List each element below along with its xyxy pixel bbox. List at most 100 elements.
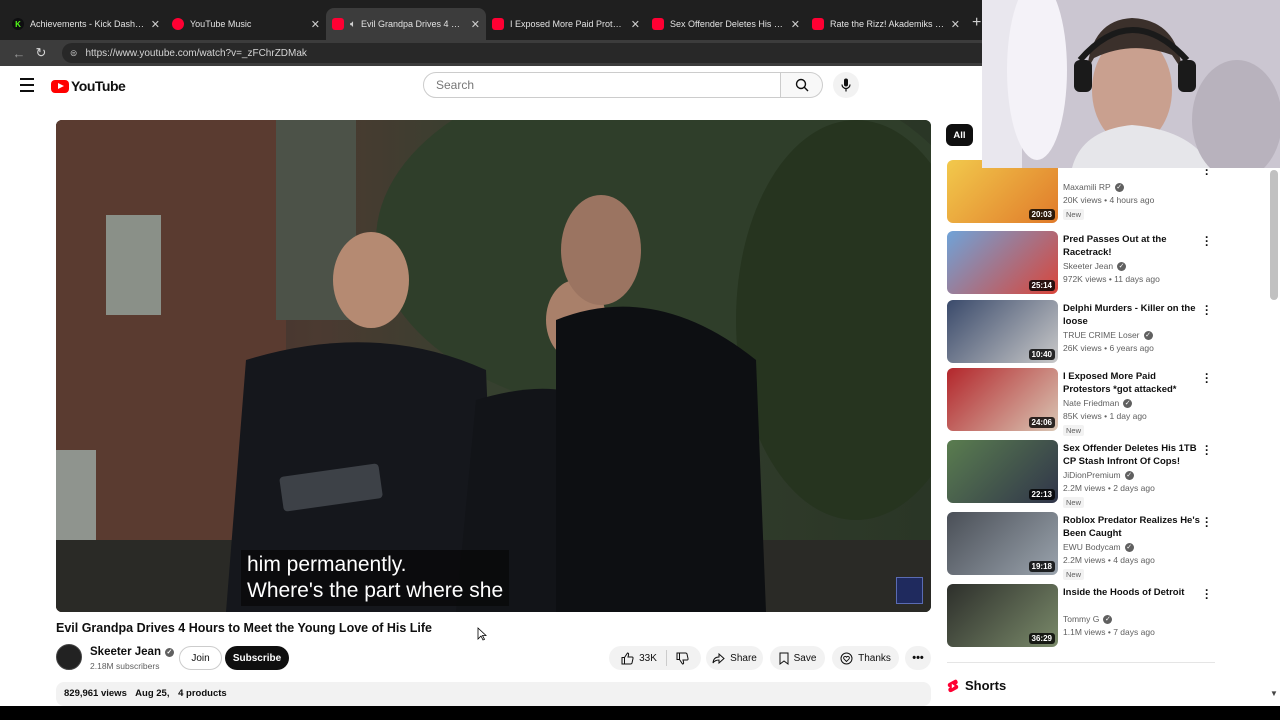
url-field[interactable]: ⊜ https://www.youtube.com/watch?v=_zFChr… xyxy=(61,43,990,63)
youtube-play-icon xyxy=(51,79,69,93)
join-button[interactable]: Join xyxy=(179,646,222,670)
video-frame xyxy=(56,120,931,612)
recommended-title[interactable]: Inside the Hoods of Detroit xyxy=(1063,586,1203,599)
recommended-video[interactable]: 22:13 Sex Offender Deletes His 1TB CP Sta… xyxy=(947,440,1217,508)
more-vert-icon[interactable]: ··· xyxy=(1205,512,1209,532)
youtube-favicon-icon xyxy=(812,18,824,30)
new-tab-icon[interactable]: + xyxy=(972,14,981,32)
recommended-channel[interactable]: TRUE CRIME Loser ✓ xyxy=(1063,330,1153,340)
scrollbar[interactable]: ▼ xyxy=(1268,170,1280,700)
microphone-icon xyxy=(841,78,851,92)
share-button[interactable]: Share xyxy=(706,646,763,670)
video-thumbnail[interactable]: 36:29 xyxy=(947,584,1058,647)
browser-tab-active[interactable]: 🔈︎ Evil Grandpa Drives 4 Hours ✕ xyxy=(326,8,486,40)
taskbar-strip xyxy=(0,706,1280,720)
more-vert-icon[interactable]: ··· xyxy=(1205,584,1209,604)
search-input[interactable]: Search xyxy=(423,72,781,98)
more-vert-icon[interactable]: ··· xyxy=(1205,231,1209,251)
verified-icon: ✓ xyxy=(1124,470,1134,480)
verified-icon: ✓ xyxy=(1123,398,1133,408)
youtube-logo[interactable]: YouTube xyxy=(51,78,126,94)
back-icon[interactable]: ← xyxy=(8,46,30,61)
channel-avatar[interactable] xyxy=(56,644,82,670)
channel-name[interactable]: Skeeter Jean ✓ xyxy=(90,646,174,658)
caption-line: him permanently. xyxy=(247,553,407,576)
recommended-video[interactable]: 24:06 I Exposed More Paid Protestors *got… xyxy=(947,368,1217,436)
tab-label: Sex Offender Deletes His 1TB CP xyxy=(670,19,785,29)
like-count[interactable]: 33K xyxy=(639,653,657,664)
description-box[interactable]: 829,961 views Aug 25, 4 products xyxy=(56,682,931,706)
search-button[interactable] xyxy=(781,72,823,98)
menu-icon[interactable] xyxy=(20,78,34,96)
video-thumbnail[interactable]: 10:40 xyxy=(947,300,1058,363)
recommended-title[interactable]: Sex Offender Deletes His 1TB CP Stash In… xyxy=(1063,442,1203,468)
search-icon xyxy=(795,78,808,92)
thumbs-up-icon[interactable] xyxy=(621,651,634,665)
video-thumbnail[interactable]: 19:18 xyxy=(947,512,1058,575)
shorts-header: Shorts xyxy=(947,678,1006,693)
more-vert-icon[interactable]: ··· xyxy=(1205,368,1209,388)
scroll-down-icon[interactable]: ▼ xyxy=(1270,689,1278,698)
close-tab-icon[interactable]: ✕ xyxy=(471,18,480,31)
products-count: 4 products xyxy=(178,688,227,699)
close-tab-icon[interactable]: ✕ xyxy=(791,18,800,31)
thanks-heart-icon xyxy=(840,652,853,664)
browser-tab-bar: K Achievements - Kick Dashboard ✕ YouTub… xyxy=(0,0,990,40)
close-tab-icon[interactable]: ✕ xyxy=(151,18,160,31)
video-thumbnail[interactable]: 20:03 xyxy=(947,160,1058,223)
search-placeholder: Search xyxy=(436,78,475,92)
close-tab-icon[interactable]: ✕ xyxy=(311,18,320,31)
recommended-title[interactable]: Delphi Murders - Killer on the loose xyxy=(1063,302,1203,328)
video-player[interactable] xyxy=(56,120,931,612)
verified-icon: ✓ xyxy=(164,647,174,657)
video-thumbnail[interactable]: 25:14 xyxy=(947,231,1058,294)
recommended-channel[interactable]: Tommy G ✓ xyxy=(1063,614,1113,624)
webcam-overlay xyxy=(982,0,1280,168)
filter-chip-all[interactable]: All xyxy=(946,124,973,146)
video-duration: 24:06 xyxy=(1028,417,1055,428)
video-thumbnail[interactable]: 24:06 xyxy=(947,368,1058,431)
recommended-video[interactable]: 19:18 Roblox Predator Realizes He's Been … xyxy=(947,512,1217,580)
recommended-title[interactable]: Roblox Predator Realizes He's Been Caugh… xyxy=(1063,514,1203,540)
recommended-title[interactable]: Pred Passes Out at the Racetrack! xyxy=(1063,233,1203,259)
voice-search-button[interactable] xyxy=(833,72,859,98)
recommended-video[interactable]: 20:03Trolling Roleplay... construction c… xyxy=(947,136,1217,224)
browser-tab[interactable]: YouTube Music ✕ xyxy=(166,8,326,40)
recommended-video[interactable]: 36:29 Inside the Hoods of Detroit Tommy G ✓… xyxy=(947,584,1217,648)
scrollbar-thumb[interactable] xyxy=(1270,170,1278,300)
recommended-video[interactable]: 25:14 Pred Passes Out at the Racetrack! Sk… xyxy=(947,231,1217,295)
new-badge: New xyxy=(1063,425,1085,436)
like-dislike-group: 33K xyxy=(609,646,701,670)
recommended-channel[interactable]: EWU Bodycam ✓ xyxy=(1063,542,1134,552)
video-thumbnail[interactable]: 22:13 xyxy=(947,440,1058,503)
youtube-favicon-icon xyxy=(492,18,504,30)
close-tab-icon[interactable]: ✕ xyxy=(631,18,640,31)
address-bar: ← ↻ ⊜ https://www.youtube.com/watch?v=_z… xyxy=(0,40,990,66)
site-info-icon[interactable]: ⊜ xyxy=(70,48,78,59)
speaker-icon[interactable]: 🔈︎ xyxy=(350,19,356,30)
recommended-video[interactable]: 10:40 Delphi Murders - Killer on the loos… xyxy=(947,300,1217,364)
recommended-meta: 2.2M views • 4 days ago xyxy=(1063,555,1155,565)
recommended-channel[interactable]: JiDionPremium ✓ xyxy=(1063,470,1134,480)
browser-tab[interactable]: Rate the Rizz! Akademiks reacts to ✕ xyxy=(806,8,966,40)
more-actions-button[interactable]: ••• xyxy=(905,646,931,670)
subscribe-button[interactable]: Subscribe xyxy=(225,646,289,670)
close-tab-icon[interactable]: ✕ xyxy=(951,18,960,31)
mouse-cursor-icon xyxy=(477,627,487,641)
more-vert-icon[interactable]: ··· xyxy=(1205,440,1209,460)
more-vert-icon[interactable]: ··· xyxy=(1205,300,1209,320)
reload-icon[interactable]: ↻ xyxy=(30,45,52,61)
thanks-button[interactable]: Thanks xyxy=(832,646,899,670)
browser-tab[interactable]: Sex Offender Deletes His 1TB CP ✕ xyxy=(646,8,806,40)
upload-date: Aug 25, xyxy=(135,688,170,699)
recommended-channel[interactable]: Nate Friedman ✓ xyxy=(1063,398,1133,408)
recommended-channel[interactable]: Maxamili RP ✓ xyxy=(1063,182,1124,192)
recommended-title[interactable]: I Exposed More Paid Protestors *got atta… xyxy=(1063,370,1203,396)
recommended-channel[interactable]: Skeeter Jean ✓ xyxy=(1063,261,1127,271)
browser-tab[interactable]: K Achievements - Kick Dashboard ✕ xyxy=(6,8,166,40)
recommended-meta: 85K views • 1 day ago xyxy=(1063,411,1147,421)
channel-watermark[interactable] xyxy=(896,577,923,604)
save-button[interactable]: Save xyxy=(770,646,825,670)
browser-tab[interactable]: I Exposed More Paid Protestors *g ✕ xyxy=(486,8,646,40)
thumbs-down-icon[interactable] xyxy=(676,652,689,665)
